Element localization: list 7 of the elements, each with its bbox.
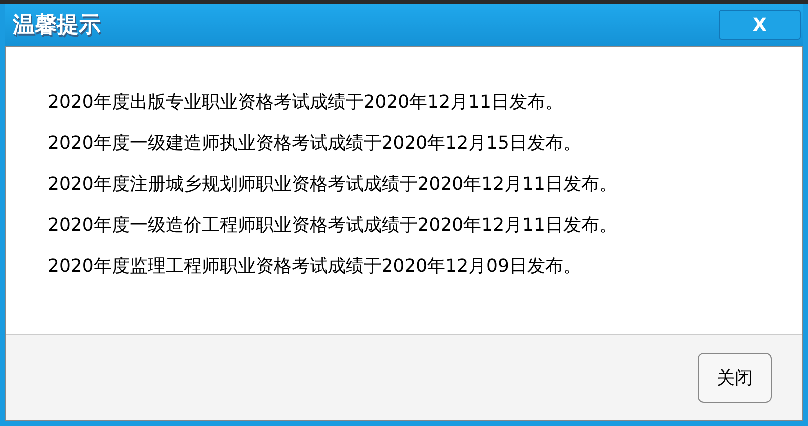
notice-text: 2020年度一级建造师执业资格考试成绩于2020年12月15日发布。 bbox=[48, 134, 582, 154]
notice-text: 2020年度注册城乡规划师职业资格考试成绩于2020年12月11日发布。 bbox=[48, 175, 618, 195]
notice-text: 2020年度监理工程师职业资格考试成绩于2020年12月09日发布。 bbox=[48, 257, 582, 277]
window-title: 温馨提示 bbox=[12, 12, 101, 40]
notice-text: 2020年度出版专业职业资格考试成绩于2020年12月11日发布。 bbox=[48, 93, 564, 113]
notice-text: 2020年度一级造价工程师职业资格考试成绩于2020年12月11日发布。 bbox=[48, 216, 618, 236]
close-dialog-button[interactable]: 关闭 bbox=[698, 352, 772, 402]
